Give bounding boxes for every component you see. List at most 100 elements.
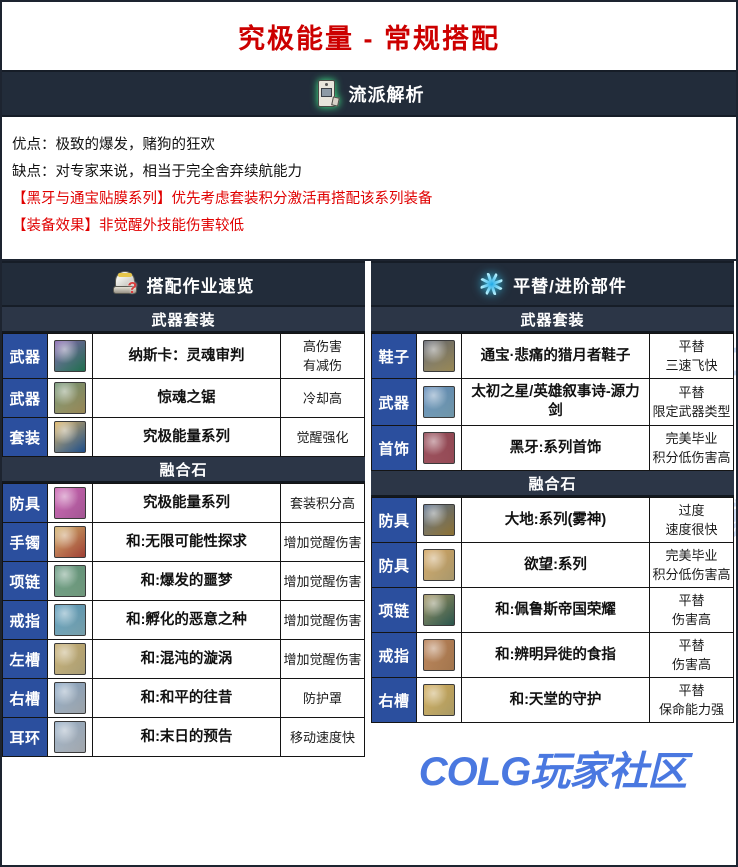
item-icon bbox=[54, 340, 86, 372]
slot-label: 右槽 bbox=[2, 678, 48, 718]
item-icon-cell[interactable] bbox=[416, 542, 462, 588]
left-panel-header: ? 搭配作业速览 bbox=[2, 261, 365, 307]
item-icon-cell[interactable] bbox=[416, 378, 462, 426]
item-tag: 增加觉醒伤害 bbox=[280, 600, 365, 640]
swirl-icon bbox=[478, 271, 505, 298]
item-icon bbox=[423, 504, 455, 536]
slot-label: 手镯 bbox=[2, 522, 48, 562]
item-name: 惊魂之锯 bbox=[92, 378, 281, 418]
right-panel-title: 平替/进阶部件 bbox=[513, 276, 627, 296]
item-tag: 平替 限定武器类型 bbox=[649, 378, 734, 426]
table-row[interactable]: 武器 纳斯卡：灵魂审判 高伤害 有减伤 bbox=[2, 333, 365, 379]
item-icon bbox=[54, 565, 86, 597]
table-row[interactable]: 武器 惊魂之锯 冷却高 bbox=[2, 378, 365, 418]
item-icon-cell[interactable] bbox=[416, 632, 462, 678]
item-icon-cell[interactable] bbox=[47, 561, 93, 601]
slot-label: 套装 bbox=[2, 417, 48, 457]
page-root: COLG玩家社区 COLG玩家社区 COLG玩家社区 COLG玩家社区 COLG… bbox=[0, 0, 738, 867]
table-row[interactable]: 套装 究极能量系列 觉醒强化 bbox=[2, 417, 365, 457]
item-icon-cell[interactable] bbox=[416, 333, 462, 379]
item-icon bbox=[423, 639, 455, 671]
item-icon-cell[interactable] bbox=[416, 497, 462, 543]
item-icon bbox=[54, 526, 86, 558]
item-icon bbox=[423, 340, 455, 372]
item-icon-cell[interactable] bbox=[47, 639, 93, 679]
table-row[interactable]: 防具 究极能量系列 套装积分高 bbox=[2, 483, 365, 523]
slot-label: 防具 bbox=[371, 542, 417, 588]
left-panel-title: 搭配作业速览 bbox=[146, 276, 255, 296]
table-row[interactable]: 戒指 和:辨明异徙的食指 平替 伤害高 bbox=[371, 632, 734, 678]
table-row[interactable]: 右槽 和:天堂的守护 平替 保命能力强 bbox=[371, 677, 734, 723]
page-title: 究极能量 - 常规搭配 bbox=[238, 23, 500, 54]
item-icon-cell[interactable] bbox=[47, 522, 93, 562]
table-row[interactable]: 戒指 和:孵化的恶意之种 增加觉醒伤害 bbox=[2, 600, 365, 640]
group-header-label: 融合石 bbox=[528, 475, 577, 493]
table-row[interactable]: 右槽 和:和平的往昔 防护罩 bbox=[2, 678, 365, 718]
slot-label: 防具 bbox=[371, 497, 417, 543]
item-icon bbox=[54, 721, 86, 753]
analysis-description: 优点：极致的爆发，赌狗的狂欢 缺点：对专家来说，相当于完全舍弃续航能力 【黑牙与通宝… bbox=[2, 117, 736, 259]
item-icon bbox=[54, 682, 86, 714]
analysis-header-label: 流派解析 bbox=[348, 84, 425, 105]
analysis-line: 【黑牙与通宝贴膜系列】优先考虑套装积分激活再搭配该系列装备 bbox=[12, 191, 433, 207]
item-name: 和:孵化的恶意之种 bbox=[92, 600, 281, 640]
item-tag: 高伤害 有减伤 bbox=[280, 333, 365, 379]
table-row[interactable]: 项链 和:佩鲁斯帝国荣耀 平替 伤害高 bbox=[371, 587, 734, 633]
item-icon-cell[interactable] bbox=[47, 483, 93, 523]
item-name: 纳斯卡：灵魂审判 bbox=[92, 333, 281, 379]
table-row[interactable]: 防具 欲望:系列 完美毕业 积分低伤害高 bbox=[371, 542, 734, 588]
table-row[interactable]: 项链 和:爆发的噩梦 增加觉醒伤害 bbox=[2, 561, 365, 601]
scroll-icon bbox=[314, 79, 340, 109]
item-icon bbox=[423, 684, 455, 716]
item-tag: 完美毕业 积分低伤害高 bbox=[649, 542, 734, 588]
table-row[interactable]: 鞋子 通宝·悲痛的猎月者鞋子 平替 三速飞快 bbox=[371, 333, 734, 379]
helmet-icon: ? bbox=[112, 270, 139, 298]
item-icon-cell[interactable] bbox=[47, 717, 93, 757]
left-panel: ? 搭配作业速览 武器套装 武器 纳斯卡：灵魂审判 高伤害 有减伤 武器 惊魂之锯 冷却高套… bbox=[2, 261, 368, 813]
item-tag: 觉醒强化 bbox=[280, 417, 365, 457]
table-row[interactable]: 左槽 和:混沌的漩涡 增加觉醒伤害 bbox=[2, 639, 365, 679]
item-tag: 平替 三速飞快 bbox=[649, 333, 734, 379]
item-icon-cell[interactable] bbox=[47, 333, 93, 379]
table-row[interactable]: 防具 大地:系列(雾神) 过度 速度很快 bbox=[371, 497, 734, 543]
right-panel-header: 平替/进阶部件 bbox=[371, 261, 734, 307]
slot-label: 鞋子 bbox=[371, 333, 417, 379]
item-name: 太初之星/英雄叙事诗-源力剑 bbox=[461, 378, 650, 426]
table-row[interactable]: 首饰 黑牙:系列首饰 完美毕业 积分低伤害高 bbox=[371, 425, 734, 471]
item-tag: 移动速度快 bbox=[280, 717, 365, 757]
item-tag: 平替 伤害高 bbox=[649, 587, 734, 633]
item-icon-cell[interactable] bbox=[47, 417, 93, 457]
item-name: 和:爆发的噩梦 bbox=[92, 561, 281, 601]
slot-label: 耳环 bbox=[2, 717, 48, 757]
group-header: 武器套装 bbox=[371, 307, 734, 333]
table-row[interactable]: 手镯 和:无限可能性探求 增加觉醒伤害 bbox=[2, 522, 365, 562]
item-tag: 完美毕业 积分低伤害高 bbox=[649, 425, 734, 471]
item-name: 大地:系列(雾神) bbox=[461, 497, 650, 543]
table-row[interactable]: 武器 太初之星/英雄叙事诗-源力剑 平替 限定武器类型 bbox=[371, 378, 734, 426]
equipment-table: 防具 大地:系列(雾神) 过度 速度很快 防具 欲望:系列 完美毕业 积分低伤害高 项链 和:… bbox=[371, 497, 734, 723]
slot-label: 武器 bbox=[371, 378, 417, 426]
slot-label: 武器 bbox=[2, 333, 48, 379]
analysis-line: 缺点：对专家来说，相当于完全舍弃续航能力 bbox=[12, 164, 302, 180]
item-name: 黑牙:系列首饰 bbox=[461, 425, 650, 471]
item-icon-cell[interactable] bbox=[47, 678, 93, 718]
item-tag: 防护罩 bbox=[280, 678, 365, 718]
group-header-label: 融合石 bbox=[159, 461, 208, 479]
item-icon-cell[interactable] bbox=[47, 378, 93, 418]
equipment-table: 防具 究极能量系列 套装积分高 手镯 和:无限可能性探求 增加觉醒伤害 项链 和:爆发的噩梦增… bbox=[2, 483, 365, 757]
item-icon-cell[interactable] bbox=[47, 600, 93, 640]
table-row[interactable]: 耳环 和:末日的预告 移动速度快 bbox=[2, 717, 365, 757]
item-icon bbox=[423, 594, 455, 626]
item-icon-cell[interactable] bbox=[416, 677, 462, 723]
item-icon-cell[interactable] bbox=[416, 587, 462, 633]
slot-label: 戒指 bbox=[371, 632, 417, 678]
item-tag: 增加觉醒伤害 bbox=[280, 561, 365, 601]
group-header: 融合石 bbox=[371, 471, 734, 497]
right-panel: 平替/进阶部件 武器套装 鞋子 通宝·悲痛的猎月者鞋子 平替 三速飞快 武器 太初之星/英… bbox=[368, 261, 734, 813]
item-icon-cell[interactable] bbox=[416, 425, 462, 471]
analysis-section-header: 流派解析 bbox=[2, 70, 736, 117]
item-tag: 冷却高 bbox=[280, 378, 365, 418]
item-tag: 过度 速度很快 bbox=[649, 497, 734, 543]
colg-logo-area: COLG玩家社区 bbox=[371, 723, 734, 813]
item-name: 欲望:系列 bbox=[461, 542, 650, 588]
